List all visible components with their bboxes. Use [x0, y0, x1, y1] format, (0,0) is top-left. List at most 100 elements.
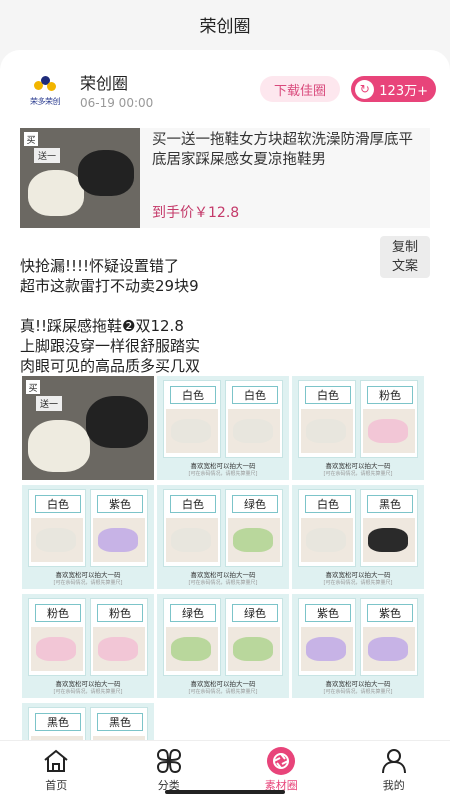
grid-caption: 喜欢宽松可以拍大一码 — [325, 680, 391, 688]
color-variant: 粉色 — [90, 598, 148, 676]
slipper-photo — [166, 409, 218, 453]
slipper-photo — [301, 518, 353, 562]
color-variant: 绿色 — [163, 598, 221, 676]
home-indicator — [165, 790, 285, 794]
shop-logo: 荣多荣创 — [24, 70, 66, 112]
color-variant: 白色 — [28, 489, 86, 567]
color-tag: 紫色 — [367, 604, 413, 622]
color-variant: 紫色 — [90, 489, 148, 567]
grid-subcaption: [可在余码情况，请根先算量尺] — [188, 689, 258, 695]
color-tag: 白色 — [170, 386, 216, 404]
color-tag: 粉色 — [35, 604, 81, 622]
post-text-line: 快抢漏!!!!怀疑设置错了 — [20, 257, 180, 275]
logo-text: 荣多荣创 — [30, 96, 61, 106]
color-variant: 黑色 — [28, 707, 86, 740]
grid-caption: 喜欢宽松可以拍大一码 — [325, 462, 391, 470]
tab-home[interactable]: 首页 — [0, 741, 113, 800]
color-tag: 绿色 — [170, 604, 216, 622]
post-text: 快抢漏!!!!怀疑设置错了 超市这款雷打不动卖29块9 真!!踩屎感拖鞋❷双12… — [20, 256, 370, 376]
grid-color-image[interactable]: 紫色 紫色喜欢宽松可以拍大一码 [可在余码情况，请根先算量尺] — [292, 594, 424, 698]
grid-main-image[interactable]: 买送一 — [22, 376, 154, 480]
color-tag: 白色 — [170, 495, 216, 513]
slipper-photo — [166, 627, 218, 671]
slipper-photo — [301, 409, 353, 453]
grid-color-image[interactable]: 绿色 绿色喜欢宽松可以拍大一码 [可在余码情况，请根先算量尺] — [157, 594, 289, 698]
product-image: 买 送一 — [20, 128, 140, 228]
slipper-photo — [228, 518, 280, 562]
grid-subcaption: [可在余码情况，请根先算量尺] — [323, 689, 393, 695]
post-text-line: 超市这款雷打不动卖29块9 — [20, 277, 199, 295]
slipper-photo — [93, 627, 145, 671]
grid-subcaption: [可在余码情况，请根先算量尺] — [323, 471, 393, 477]
color-variant: 紫色 — [298, 598, 356, 676]
color-tag: 绿色 — [232, 604, 278, 622]
grid-caption: 喜欢宽松可以拍大一码 — [190, 680, 256, 688]
post-text-line: 肉眼可见的高品质多买几双 — [20, 357, 201, 375]
grid-caption: 喜欢宽松可以拍大一码 — [190, 571, 256, 579]
grid-subcaption: [可在余码情况，请根先算量尺] — [53, 689, 123, 695]
color-variant: 黑色 — [90, 707, 148, 740]
grid-color-image[interactable]: 粉色 粉色喜欢宽松可以拍大一码 [可在余码情况，请根先算量尺] — [22, 594, 154, 698]
copy-label-line1: 复制 — [391, 240, 418, 255]
product-card[interactable]: 买 送一 买一送一拖鞋女方块超软洗澡防滑厚底平底居家踩屎感女夏凉拖鞋男 到手价￥… — [20, 128, 430, 228]
color-variant: 黑色 — [360, 489, 418, 567]
color-tag: 紫色 — [305, 604, 351, 622]
post-text-line: 真!!踩屎感拖鞋❷双12.8 — [20, 317, 184, 335]
gift-badge: 送一 — [34, 148, 61, 163]
color-variant: 粉色 — [360, 380, 418, 458]
color-tag: 粉色 — [97, 604, 143, 622]
download-button[interactable]: 下载佳圈 — [259, 76, 340, 102]
home-icon — [41, 747, 71, 775]
grid-color-image[interactable]: 白色 白色 喜欢宽松可以拍大一码 [可在余码情况，请根先算量尺] — [157, 376, 289, 480]
color-variant: 紫色 — [360, 598, 418, 676]
color-variant: 白色 — [298, 380, 356, 458]
grid-color-image[interactable]: 白色 粉色喜欢宽松可以拍大一码 [可在余码情况，请根先算量尺] — [292, 376, 424, 480]
slipper-photo — [31, 627, 83, 671]
tab-label: 我的 — [382, 779, 405, 792]
grid-subcaption: [可在余码情况，请根先算量尺] — [188, 471, 258, 477]
logo-mark-icon — [34, 75, 56, 94]
buy-badge: 买 — [26, 380, 40, 394]
tab-label: 首页 — [45, 779, 68, 792]
material-circle-icon — [266, 747, 296, 775]
slipper-photo — [228, 627, 280, 671]
share-button[interactable]: ↻ 123万+ — [351, 76, 436, 102]
grid-subcaption: [可在余码情况，请根先算量尺] — [188, 580, 258, 586]
product-title: 买一送一拖鞋女方块超软洗澡防滑厚底平底居家踩屎感女夏凉拖鞋男 — [152, 132, 413, 168]
grid-color-image[interactable]: 黑色黑色喜欢宽松可以拍大一码[可在余码情况，请根先算量尺] — [22, 703, 154, 740]
gift-badge: 送一 — [36, 396, 63, 411]
slipper-photo — [31, 518, 83, 562]
color-tag: 白色 — [305, 495, 351, 513]
slipper-photo — [363, 409, 415, 453]
post-header: 荣多荣创 荣创圈 06-19 00:00 下载佳圈 ↻ 123万+ — [14, 64, 436, 114]
grid-caption: 喜欢宽松可以拍大一码 — [55, 680, 121, 688]
post-time: 06-19 00:00 — [80, 96, 154, 110]
slipper-photo — [166, 518, 218, 562]
buy-badge: 买 — [24, 132, 38, 146]
share-count: 123万+ — [379, 83, 428, 99]
slipper-photo — [301, 627, 353, 671]
shop-name[interactable]: 荣创圈 — [80, 70, 128, 94]
grid-color-image[interactable]: 白色 绿色 喜欢宽松可以拍大一码 [可在余码情况，请根先算量尺] — [157, 485, 289, 589]
post-text-line: 上脚跟没穿一样很舒服踏实 — [20, 337, 201, 355]
grid-subcaption: [可在余码情况，请根先算量尺] — [323, 580, 393, 586]
copy-label-line2: 文案 — [391, 259, 418, 274]
grid-color-image[interactable]: 白色 紫色 喜欢宽松可以拍大一码 [可在余码情况，请根先算量尺] — [22, 485, 154, 589]
color-variant: 绿色 — [225, 598, 283, 676]
color-tag: 白色 — [305, 386, 351, 404]
grid-subcaption: [可在余码情况，请根先算量尺] — [53, 580, 123, 586]
app-title: 荣创圈 — [0, 0, 450, 48]
tab-profile[interactable]: 我的 — [338, 741, 450, 800]
grid-color-image[interactable]: 白色 黑色喜欢宽松可以拍大一码 [可在余码情况，请根先算量尺] — [292, 485, 424, 589]
grid-caption: 喜欢宽松可以拍大一码 — [325, 571, 391, 579]
profile-icon — [379, 747, 409, 775]
color-tag: 粉色 — [367, 386, 413, 404]
grid-caption: 喜欢宽松可以拍大一码 — [190, 462, 256, 470]
slipper-photo — [228, 409, 280, 453]
copy-text-button[interactable]: 复制 文案 — [380, 236, 430, 278]
color-tag: 黑色 — [35, 713, 81, 731]
color-tag: 白色 — [35, 495, 81, 513]
color-tag: 黑色 — [367, 495, 413, 513]
slipper-photo — [93, 518, 145, 562]
color-variant: 白色 — [163, 489, 221, 567]
